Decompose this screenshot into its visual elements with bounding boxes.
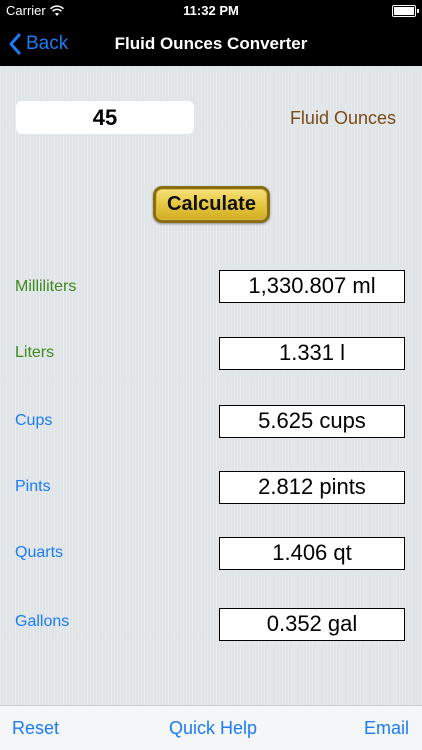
gallons-label: Gallons — [15, 613, 70, 630]
pints-label: Pints — [15, 478, 51, 495]
milliliters-label: Milliliters — [15, 278, 77, 295]
quick-help-button[interactable]: Quick Help — [169, 706, 257, 750]
quarts-label: Quarts — [15, 544, 64, 561]
pints-value: 2.812 pints — [219, 471, 405, 504]
status-right — [392, 5, 419, 20]
cups-value: 5.625 cups — [219, 405, 405, 438]
cups-label: Cups — [15, 412, 53, 429]
milliliters-value: 1,330.807 ml — [219, 270, 405, 303]
email-button[interactable]: Email — [364, 706, 409, 750]
calculate-button[interactable]: Calculate — [153, 186, 270, 223]
reset-button[interactable]: Reset — [12, 706, 59, 750]
status-bar: Carrier 11:32 PM — [0, 0, 422, 22]
battery-icon — [392, 5, 419, 17]
unit-label: Fluid Ounces — [289, 108, 396, 128]
gallons-value: 0.352 gal — [219, 608, 405, 641]
quarts-value: 1.406 qt — [219, 537, 405, 570]
app-screen: Carrier 11:32 PM Back Fluid Ounces Conve… — [0, 0, 422, 750]
liters-value: 1.331 l — [219, 337, 405, 370]
liters-label: Liters — [15, 344, 55, 361]
page-title: Fluid Ounces Converter — [114, 34, 308, 53]
status-time: 11:32 PM — [183, 3, 239, 18]
fluid-ounces-input[interactable] — [16, 101, 194, 134]
bottom-toolbar: Reset Quick Help Email — [0, 705, 422, 750]
nav-bar: Back Fluid Ounces Converter — [0, 22, 422, 66]
